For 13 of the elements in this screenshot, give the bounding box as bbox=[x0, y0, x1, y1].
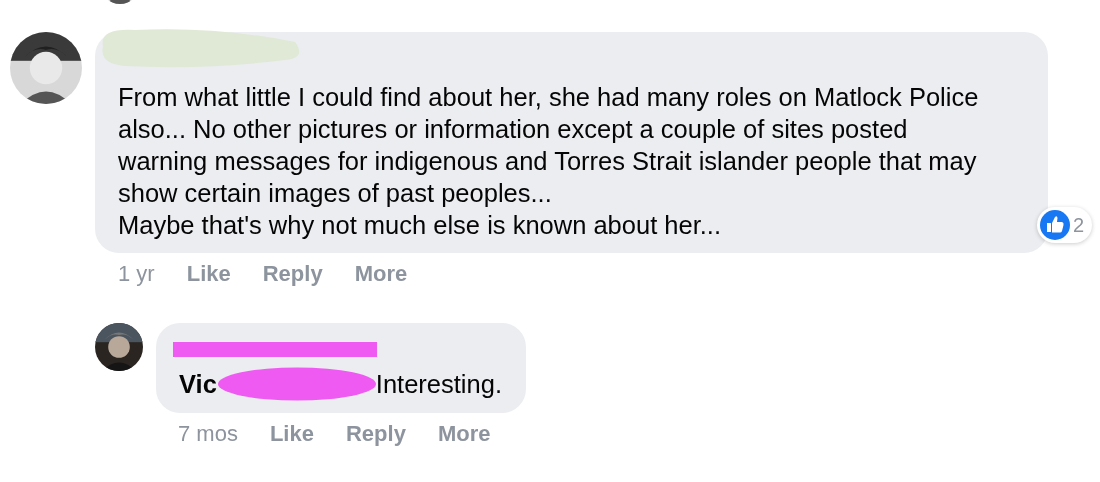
reaction-badge[interactable]: 2 bbox=[1036, 207, 1092, 243]
action-link[interactable]: Reply bbox=[345, 421, 406, 447]
mention-link[interactable]: Vic bbox=[179, 367, 217, 401]
comment-text: From what little I could find about her, she had many roles on Matlock Police also... No other pictures or information except a couple of sites posted warning messages for indigenous and Torres Strait islander people that may show certain images of past peoples... Maybe that's why not much else is known about her... bbox=[118, 82, 980, 241]
comment-text: Interesting. bbox=[375, 369, 502, 400]
comment-time: 7 mos bbox=[178, 421, 238, 447]
comment-time: 1 yr bbox=[118, 261, 155, 287]
action-link[interactable]: Like bbox=[269, 421, 314, 447]
thumbs-up-icon bbox=[1039, 210, 1070, 240]
action-link[interactable]: Reply bbox=[262, 261, 323, 287]
action-link[interactable]: More bbox=[354, 261, 408, 287]
action-link[interactable]: More bbox=[437, 421, 491, 447]
action-link[interactable]: Like bbox=[186, 261, 231, 287]
